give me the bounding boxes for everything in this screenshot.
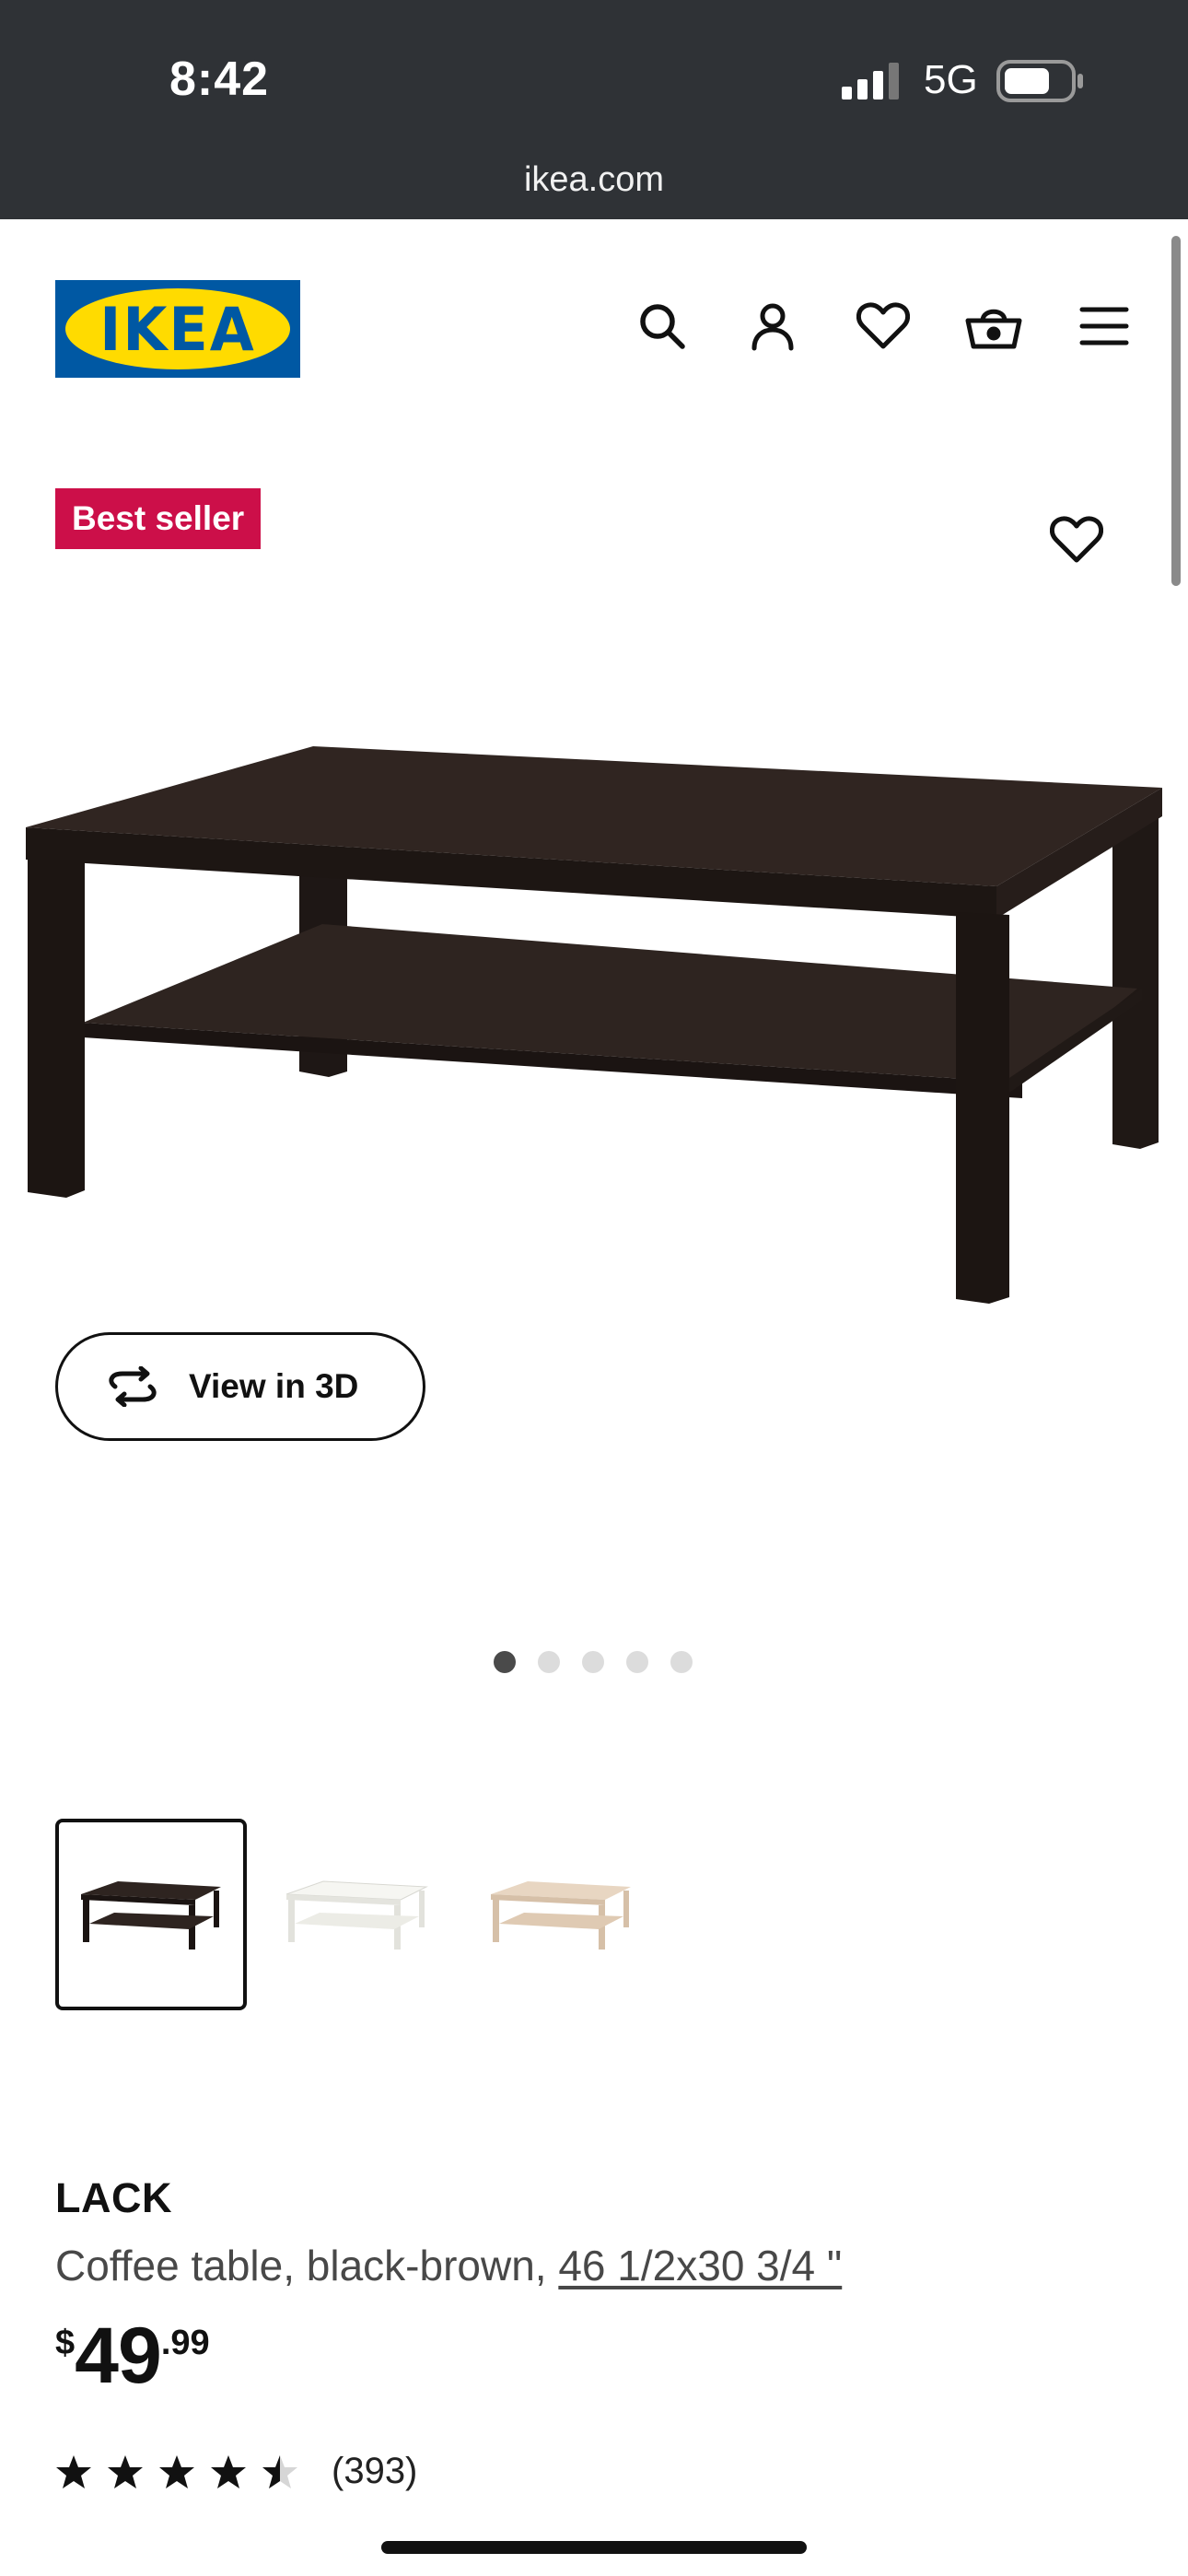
battery-icon [996,60,1083,102]
logo-oval: IKEA [65,288,290,369]
logo-text: IKEA [99,293,256,365]
status-time: 8:42 [169,53,270,106]
address-bar-url[interactable]: ikea.com [0,160,1188,200]
product-price: $ 49 .99 [55,2314,210,2397]
price-decimal: .99 [160,2324,210,2362]
home-indicator[interactable] [381,2541,807,2554]
price-currency: $ [55,2324,76,2362]
image-carousel-dots [494,1651,693,1673]
star-full-icon [56,2454,91,2488]
star-full-icon [108,2454,143,2488]
carousel-dot-1[interactable] [494,1651,516,1673]
carousel-dot-2[interactable] [538,1651,560,1673]
product-image-coffee-table[interactable] [18,728,1170,1317]
product-size-link[interactable]: 46 1/2x30 3/4 " [558,2242,842,2289]
heart-icon[interactable] [850,293,916,359]
carousel-dot-5[interactable] [670,1651,693,1673]
status-bar: 8:42 5G ikea.com [0,0,1188,219]
product-rating[interactable]: (393) [55,2451,417,2492]
add-to-favorites-heart-icon[interactable] [1041,507,1112,573]
best-seller-badge: Best seller [55,488,262,549]
account-icon[interactable] [740,293,806,359]
search-icon[interactable] [629,293,695,359]
price-integer: 49 [75,2312,162,2400]
star-half-icon [262,2454,297,2488]
carousel-dot-3[interactable] [582,1651,604,1673]
star-full-icon [159,2454,194,2488]
variant-thumb-black-brown[interactable] [55,1819,247,2010]
product-description: Coffee table, black-brown, 46 1/2x30 3/4… [55,2241,842,2290]
product-description-text: Coffee table, black-brown, [55,2242,559,2289]
basket-icon[interactable] [961,293,1027,359]
ikea-logo[interactable]: IKEA [55,280,300,378]
star-full-icon [211,2454,246,2488]
carousel-dot-4[interactable] [626,1651,648,1673]
page-scrollbar[interactable] [1171,236,1181,586]
menu-icon[interactable] [1071,293,1137,359]
view-in-3d-label: View in 3D [189,1367,359,1405]
view-in-3d-button[interactable]: View in 3D [55,1332,425,1441]
product-name: LACK [55,2174,172,2221]
network-type: 5G [924,57,978,102]
rotate-3d-icon [109,1366,157,1407]
variant-thumb-white[interactable] [261,1819,452,2010]
review-count: (393) [332,2451,418,2491]
variant-thumb-white-stained-oak[interactable] [465,1819,657,2010]
signal-bars-icon [842,63,899,100]
